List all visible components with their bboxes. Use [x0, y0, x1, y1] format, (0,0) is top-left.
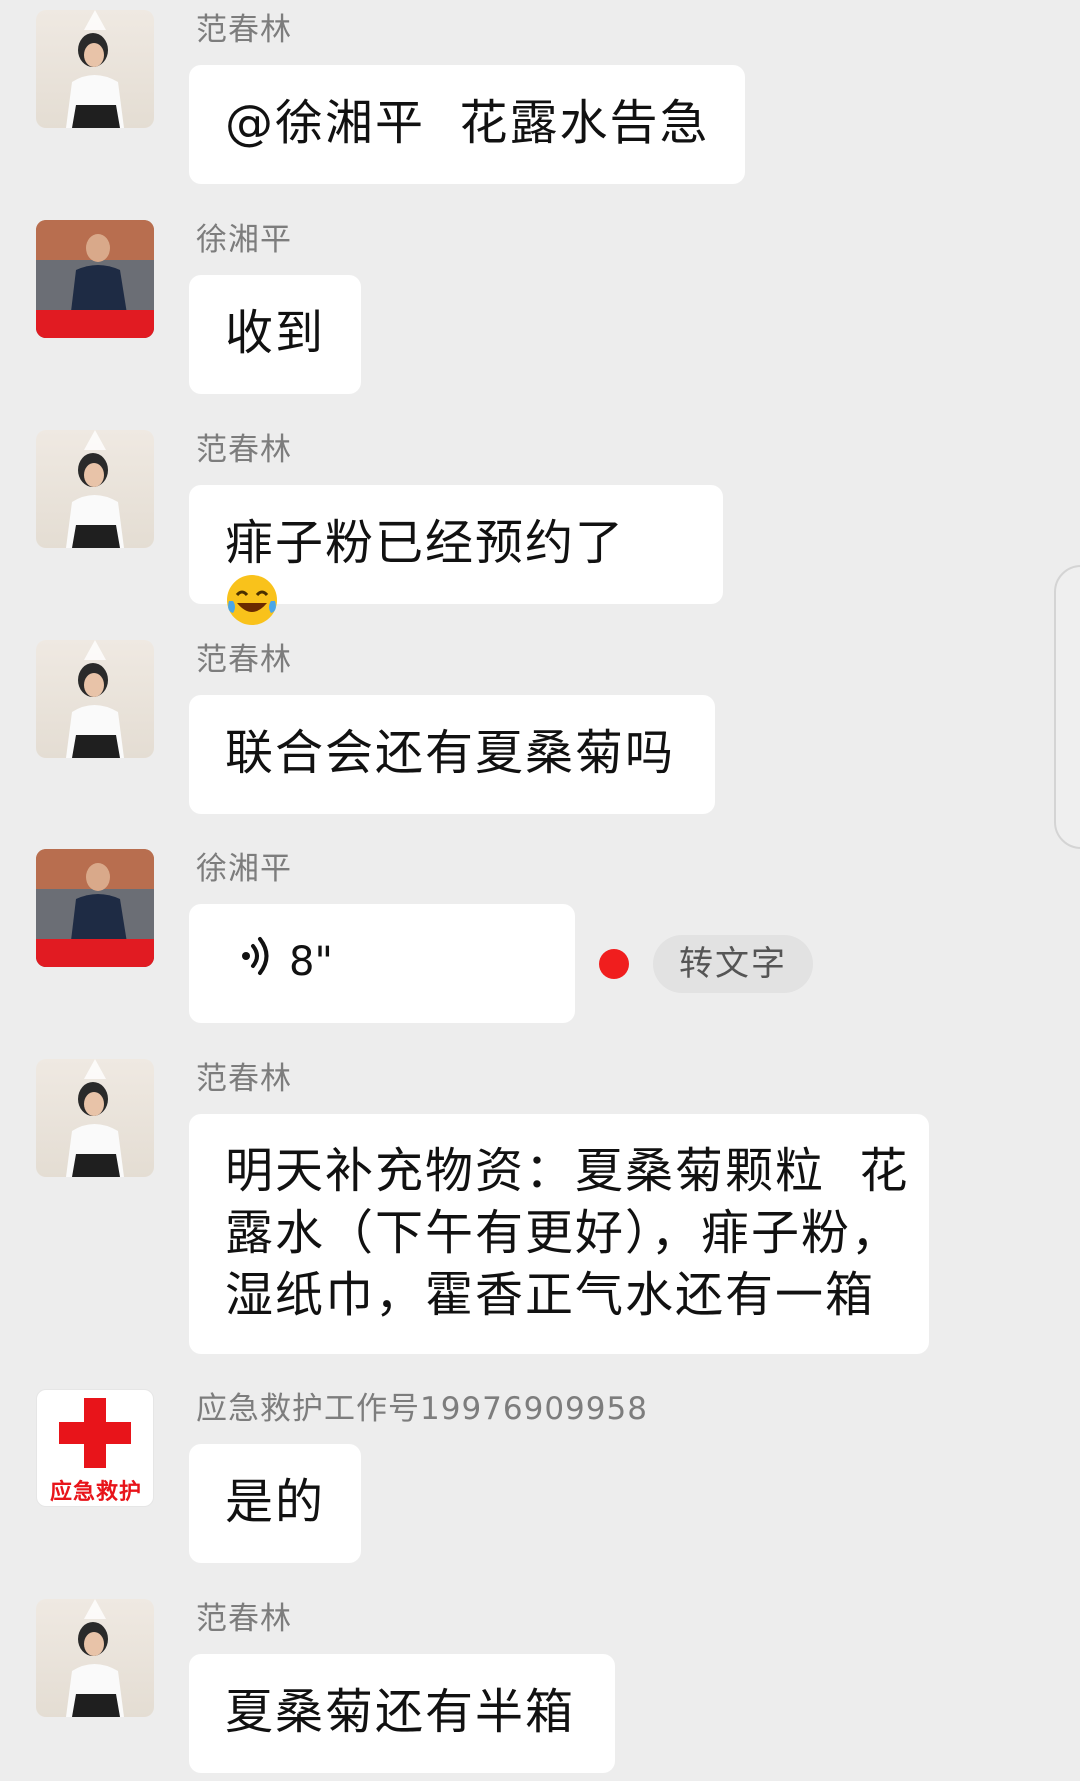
message-text-line: 湿纸巾，霍香正气水还有一箱 [225, 1267, 876, 1323]
message-bubble[interactable]: 明天补充物资：夏桑菊颗粒 花 露水（下午有更好），痱子粉， 湿纸巾，霍香正气水还… [189, 1114, 929, 1354]
sender-name: 应急救护工作号19976909958 [196, 1391, 648, 1427]
avatar[interactable]: 应急救护 [36, 1389, 154, 1507]
message-text: 夏桑菊还有半箱 [225, 1684, 576, 1740]
sender-name: 徐湘平 [196, 851, 292, 887]
sender-name: 范春林 [196, 1061, 292, 1097]
convert-to-text-button[interactable]: 转文字 [653, 935, 813, 993]
message-text: 联合会还有夏桑菊吗 [225, 725, 676, 781]
avatar[interactable] [36, 430, 154, 548]
avatar-label: 应急救护 [49, 1480, 142, 1505]
avatar[interactable] [36, 1059, 154, 1177]
voice-duration: 8" [289, 939, 333, 985]
sender-name: 徐湘平 [196, 222, 292, 258]
avatar[interactable] [36, 10, 154, 128]
message-text-line: 露水（下午有更好），痱子粉， [225, 1205, 902, 1261]
avatar[interactable] [36, 849, 154, 967]
message-text: @徐湘平 花露水告急 [225, 95, 710, 151]
message-text: 痱子粉已经预约了 [225, 515, 626, 571]
voice-message-bubble[interactable]: 8" [189, 904, 575, 1023]
unread-red-dot [599, 949, 629, 979]
avatar[interactable] [36, 220, 154, 338]
side-scroll-handle[interactable] [1054, 565, 1080, 849]
avatar[interactable] [36, 1599, 154, 1717]
message-bubble[interactable]: 夏桑菊还有半箱 [189, 1654, 615, 1773]
voice-waves-icon [241, 932, 275, 992]
message-text-line: 明天补充物资：夏桑菊颗粒 花 [225, 1143, 910, 1199]
message-bubble[interactable]: 是的 [189, 1444, 361, 1563]
message-bubble[interactable]: 收到 [189, 275, 361, 394]
sender-name: 范春林 [196, 642, 292, 678]
avatar[interactable] [36, 640, 154, 758]
message-text: 是的 [225, 1474, 326, 1530]
message-bubble[interactable]: @徐湘平 花露水告急 [189, 65, 745, 184]
message-bubble[interactable]: 联合会还有夏桑菊吗 [189, 695, 715, 814]
sender-name: 范春林 [196, 12, 292, 48]
face-with-tears-of-joy-icon [225, 573, 279, 641]
message-text: 收到 [225, 305, 326, 361]
sender-name: 范春林 [196, 432, 292, 468]
message-bubble[interactable]: 痱子粉已经预约了 [189, 485, 723, 625]
sender-name: 范春林 [196, 1601, 292, 1637]
